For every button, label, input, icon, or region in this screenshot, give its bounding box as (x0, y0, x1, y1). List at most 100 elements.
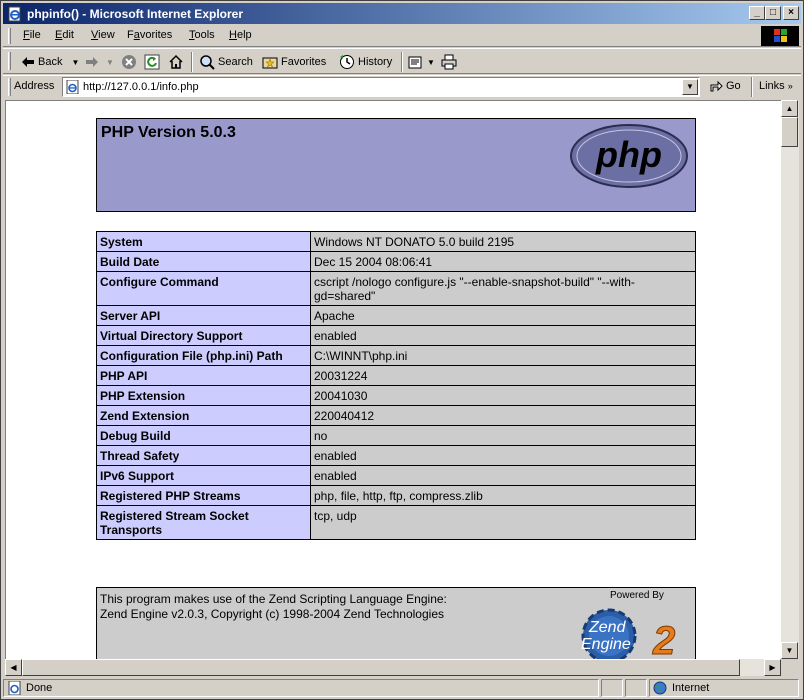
row-value: enabled (310, 325, 696, 346)
ie-page-icon (8, 6, 21, 22)
vertical-scroll-thumb[interactable] (781, 117, 798, 147)
table-row: Build Date Dec 15 2004 08:06:41 (96, 251, 696, 272)
php-version-title: PHP Version 5.0.3 (101, 124, 236, 141)
table-row: Server API Apache (96, 305, 696, 326)
address-label: Address (14, 80, 55, 92)
history-icon (340, 55, 354, 69)
scroll-up-icon[interactable]: ▲ (781, 100, 798, 117)
mail-dropdown-icon[interactable]: ▼ (427, 58, 435, 67)
row-value: php, file, http, ftp, compress.zlib (310, 485, 696, 506)
maximize-button[interactable]: □ (765, 6, 781, 20)
row-value: Dec 15 2004 08:06:41 (310, 251, 696, 272)
title-bar[interactable]: phpinfo() - Microsoft Internet Explorer … (3, 3, 801, 24)
ie-page-icon (8, 681, 21, 695)
row-value: tcp, udp (310, 505, 696, 540)
row-key: Build Date (96, 251, 311, 272)
back-dropdown-icon[interactable]: ▼ (71, 58, 79, 67)
row-key: Zend Extension (96, 405, 311, 426)
mail-icon (408, 56, 422, 69)
row-value: Windows NT DONATO 5.0 build 2195 (310, 231, 696, 252)
favorites-icon (262, 57, 278, 69)
powered-by-label: Powered By (610, 590, 664, 601)
globe-icon (653, 681, 667, 695)
table-row: PHP Extension 20041030 (96, 385, 696, 406)
ie-page-icon (66, 80, 79, 94)
mail-button[interactable]: ▼ (408, 52, 435, 72)
row-key: Virtual Directory Support (96, 325, 311, 346)
browser-window: phpinfo() - Microsoft Internet Explorer … (0, 0, 804, 700)
svg-text:Zend: Zend (588, 619, 627, 636)
forward-dropdown-icon[interactable]: ▼ (106, 58, 114, 67)
page-content[interactable]: PHP Version 5.0.3 php System Windows NT D… (5, 100, 781, 659)
row-key: Registered PHP Streams (96, 485, 311, 506)
scroll-down-icon[interactable]: ▼ (781, 642, 798, 659)
address-input[interactable]: http://127.0.0.1/info.php ▼ (62, 77, 700, 97)
php-logo[interactable]: php (569, 123, 689, 189)
row-key: IPv6 Support (96, 465, 311, 486)
zend-engine-text: This program makes use of the Zend Scrip… (100, 592, 447, 621)
row-key: PHP API (96, 365, 311, 386)
table-row: Virtual Directory Support enabled (96, 325, 696, 346)
forward-button[interactable]: ▼ (85, 52, 114, 72)
zend-engine-logo[interactable]: Zend Engine 2 (575, 602, 691, 659)
table-row: Configuration File (php.ini) Path C:\WINN… (96, 345, 696, 366)
table-row: Thread Safety enabled (96, 445, 696, 466)
scroll-right-icon[interactable]: ▶ (764, 659, 781, 676)
menu-file[interactable]: File (23, 29, 41, 41)
home-icon (169, 54, 183, 69)
menu-tools[interactable]: Tools (189, 29, 215, 41)
table-row: Registered PHP Streams php, file, http, f… (96, 485, 696, 506)
status-panel (625, 679, 647, 697)
status-zone: Internet (672, 682, 710, 694)
row-value: enabled (310, 465, 696, 486)
search-icon (200, 55, 215, 70)
refresh-button[interactable] (144, 52, 160, 72)
close-button[interactable]: × (783, 6, 799, 20)
menu-grip[interactable] (8, 28, 11, 44)
horizontal-scrollbar[interactable]: ◀ ▶ (5, 659, 781, 676)
scroll-left-icon[interactable]: ◀ (5, 659, 22, 676)
standard-toolbar: Back ▼ ▼ Search Favorites History ▼ (3, 48, 801, 74)
history-button[interactable]: History (339, 52, 392, 72)
menu-edit[interactable]: Edit (55, 29, 74, 41)
table-row: Registered Stream Socket Transports tcp, … (96, 505, 696, 540)
row-key: Configuration File (php.ini) Path (96, 345, 311, 366)
menu-help[interactable]: Help (229, 29, 252, 41)
table-row: PHP API 20031224 (96, 365, 696, 386)
toolbar-separator (401, 52, 403, 72)
vertical-scrollbar[interactable]: ▲ ▼ (781, 100, 799, 659)
go-button[interactable]: Go (709, 79, 741, 93)
svg-text:2: 2 (652, 619, 675, 659)
home-button[interactable] (168, 52, 184, 72)
zend-engine-box: This program makes use of the Zend Scrip… (96, 587, 696, 659)
stop-button[interactable] (121, 52, 137, 72)
svg-text:Engine: Engine (581, 636, 631, 653)
address-url: http://127.0.0.1/info.php (83, 81, 199, 93)
menu-bar: File Edit View Favorites Tools Help (3, 25, 801, 47)
toolbar-grip[interactable] (8, 52, 11, 70)
favorites-button[interactable]: Favorites (262, 52, 326, 72)
row-value: enabled (310, 445, 696, 466)
refresh-icon (144, 54, 160, 70)
print-button[interactable] (441, 52, 457, 72)
menu-favorites[interactable]: Favorites (127, 29, 172, 41)
scroll-corner (781, 659, 799, 676)
toolbar-separator (191, 52, 193, 72)
address-dropdown-icon[interactable]: ▼ (682, 79, 698, 95)
svg-text:php: php (595, 134, 662, 175)
row-value: 220040412 (310, 405, 696, 426)
address-grip[interactable] (8, 78, 11, 96)
toolbar-separator (751, 77, 753, 97)
back-button[interactable]: Back ▼ (21, 52, 79, 72)
status-panel (601, 679, 623, 697)
minimize-button[interactable]: _ (749, 6, 765, 20)
row-value: 20031224 (310, 365, 696, 386)
table-row: Zend Extension 220040412 (96, 405, 696, 426)
links-button[interactable]: Links » (759, 80, 793, 92)
back-arrow-icon (22, 57, 34, 67)
menu-view[interactable]: View (91, 29, 115, 41)
row-key: Configure Command (96, 271, 311, 306)
horizontal-scroll-thumb[interactable] (22, 659, 740, 676)
search-button[interactable]: Search (199, 52, 253, 72)
row-value: Apache (310, 305, 696, 326)
